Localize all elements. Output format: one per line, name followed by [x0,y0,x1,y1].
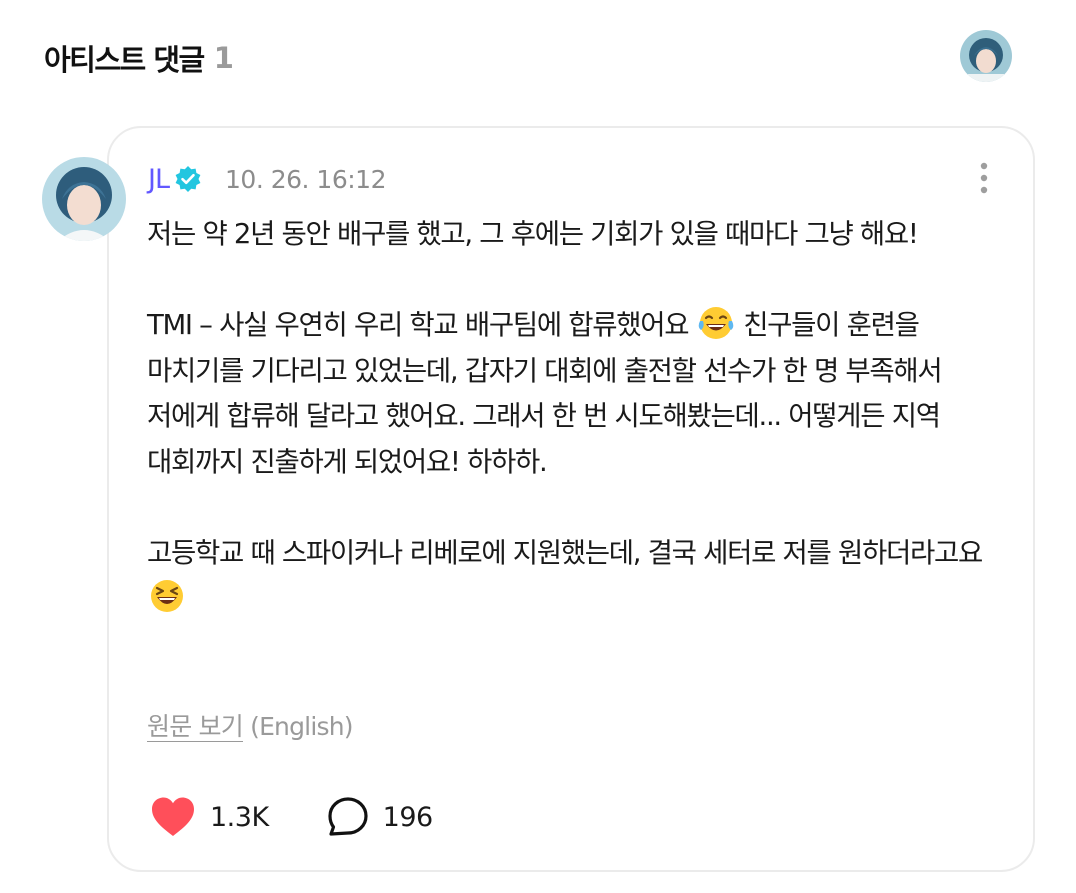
comment-timestamp: 10. 26. 16:12 [225,164,386,194]
comments-header: 아티스트 댓글 1 [44,30,1012,86]
user-avatar[interactable] [960,30,1012,82]
author-name[interactable]: JL [148,164,170,195]
reply-count: 196 [382,801,434,833]
more-vertical-icon[interactable] [972,160,996,198]
original-language: (English) [250,712,353,741]
verified-badge-icon [175,166,201,192]
comment-count: 1 [213,41,234,75]
speech-bubble-icon [328,797,368,836]
comment-paragraph-3-text: 고등학교 때 스파이커나 리베로에 지원했는데, 결국 세터로 저를 원하더라고… [147,536,983,569]
comment-paragraph-2: TMI – 사실 우연히 우리 학교 배구팀에 합류했어요 친구들이 훈련을 마… [147,303,1017,485]
comment-body: 저는 약 2년 동안 배구를 했고, 그 후에는 기회가 있을 때마다 그냥 해… [147,212,1017,622]
like-button[interactable]: 1.3K [150,796,269,838]
heart-icon [152,797,194,836]
laughing-squint-emoji [151,580,183,612]
tears-of-joy-emoji [698,307,734,339]
comment-paragraph-1: 저는 약 2년 동안 배구를 했고, 그 후에는 기회가 있을 때마다 그냥 해… [147,218,919,250]
comment-paragraph-2-lead: TMI – 사실 우연히 우리 학교 배구팀에 합류했어요 [147,309,690,341]
like-count: 1.3K [210,801,269,833]
reply-button[interactable]: 196 [327,796,433,838]
view-original-link[interactable]: 원문 보기 [147,712,244,742]
comment-paragraph-3: 고등학교 때 스파이커나 리베로에 지원했는데, 결국 세터로 저를 원하더라고… [147,531,1017,622]
comment-meta: JL 10. 26. 16:12 [148,160,386,198]
author-avatar[interactable] [42,157,126,241]
section-title: 아티스트 댓글 [44,43,205,77]
translation-toggle: 원문 보기 (English) [147,707,353,743]
comment-actions: 1.3K 196 [150,795,433,839]
